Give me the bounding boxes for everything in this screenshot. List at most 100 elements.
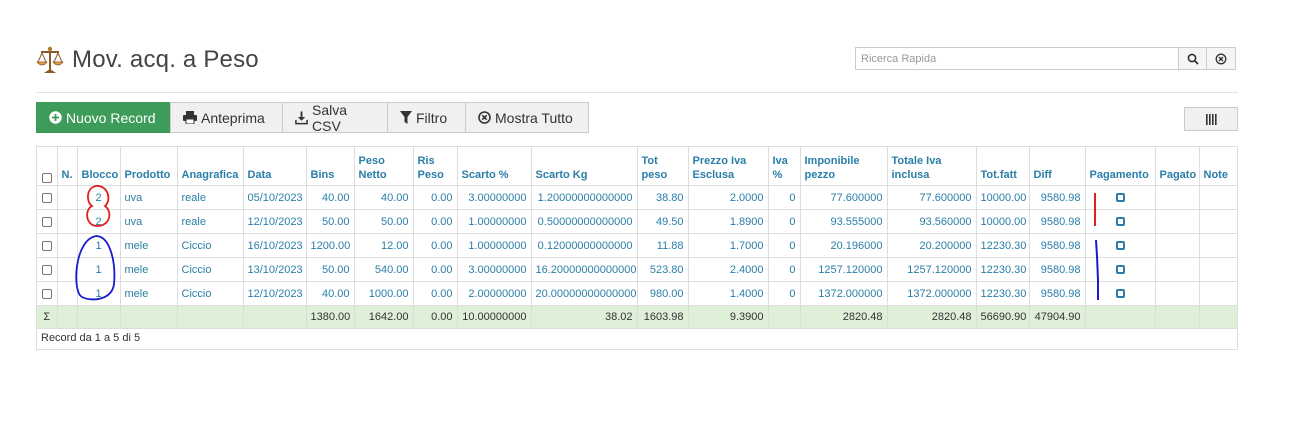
cell-iva: 0 bbox=[767, 257, 801, 282]
row-select-cell bbox=[37, 185, 58, 210]
cell-blocco: 1 bbox=[76, 233, 121, 258]
record-count: Record da 1 a 5 di 5 bbox=[41, 332, 141, 344]
row-checkbox[interactable] bbox=[41, 240, 52, 251]
columns-button[interactable] bbox=[1184, 107, 1238, 131]
table-row[interactable]: 2 uva reale 05/10/2023 40.00 40.00 0.00 … bbox=[37, 185, 1237, 210]
cell-pagato bbox=[1154, 281, 1200, 306]
col-header-peso-netto[interactable]: Peso Netto bbox=[353, 147, 414, 186]
cell-ris-peso: 0.00 bbox=[412, 185, 458, 210]
select-all-checkbox[interactable] bbox=[41, 173, 52, 184]
cell-pagamento bbox=[1084, 233, 1156, 258]
table-row[interactable]: 1 mele Ciccio 16/10/2023 1200.00 12.00 0… bbox=[37, 233, 1237, 258]
col-header-note[interactable]: Note bbox=[1198, 147, 1237, 186]
payment-icon[interactable] bbox=[1115, 241, 1125, 251]
table-row[interactable]: 1 mele Ciccio 13/10/2023 50.00 540.00 0.… bbox=[37, 257, 1237, 282]
cell-data: 05/10/2023 bbox=[242, 185, 307, 210]
total-ris-peso: 0.00 bbox=[412, 305, 458, 329]
cell-n bbox=[56, 281, 78, 306]
quick-search bbox=[855, 47, 1236, 70]
col-header-tot-peso[interactable]: Tot peso bbox=[636, 147, 689, 186]
total-scarto-pct: 10.00000000 bbox=[456, 305, 532, 329]
cell-n bbox=[56, 209, 78, 234]
cell-prodotto: uva bbox=[119, 185, 178, 210]
row-checkbox[interactable] bbox=[41, 288, 52, 299]
cell-totale-iva: 77.600000 bbox=[886, 185, 977, 210]
cell-tot-peso: 38.80 bbox=[636, 185, 689, 210]
cell-bins: 1200.00 bbox=[305, 233, 355, 258]
row-checkbox[interactable] bbox=[41, 264, 52, 275]
total-imponibile: 2820.48 bbox=[799, 305, 888, 329]
row-select-cell bbox=[37, 209, 58, 234]
col-header-data[interactable]: Data bbox=[242, 147, 307, 186]
col-header-scarto-kg[interactable]: Scarto Kg bbox=[530, 147, 638, 186]
cell-tot-fatt: 10000.00 bbox=[975, 209, 1030, 234]
col-header-imponibile-pezzo[interactable]: Imponibile pezzo bbox=[799, 147, 888, 186]
cell-anagrafica: Ciccio bbox=[176, 257, 244, 282]
col-header-pagato[interactable]: Pagato bbox=[1154, 147, 1200, 186]
filter-button[interactable]: Filtro bbox=[387, 102, 466, 133]
row-select-cell bbox=[37, 233, 58, 258]
col-header-blocco[interactable]: Blocco bbox=[76, 147, 121, 186]
cell-diff: 9580.98 bbox=[1028, 257, 1086, 282]
col-header-scarto-pct[interactable]: Scarto % bbox=[456, 147, 532, 186]
cell-blocco: 2 bbox=[76, 185, 121, 210]
cell-scarto-pct: 1.00000000 bbox=[456, 233, 532, 258]
cell-blocco: 2 bbox=[76, 209, 121, 234]
search-input[interactable] bbox=[855, 47, 1178, 70]
total-diff: 47904.90 bbox=[1028, 305, 1086, 329]
total-empty-cell bbox=[1198, 305, 1237, 329]
col-header-n[interactable]: N. bbox=[56, 147, 78, 186]
page-title-text: Mov. acq. a Peso bbox=[72, 46, 259, 73]
search-button[interactable] bbox=[1178, 47, 1207, 70]
cancel-circle-icon bbox=[478, 111, 491, 124]
total-peso-netto: 1642.00 bbox=[353, 305, 414, 329]
cell-scarto-kg: 0.12000000000000 bbox=[530, 233, 638, 258]
col-header-diff[interactable]: Diff bbox=[1028, 147, 1086, 186]
row-checkbox[interactable] bbox=[41, 216, 52, 227]
cell-note bbox=[1198, 209, 1237, 234]
col-header-ris-peso[interactable]: Ris Peso bbox=[412, 147, 458, 186]
clear-search-button[interactable] bbox=[1207, 47, 1236, 70]
cell-prodotto: mele bbox=[119, 257, 178, 282]
cell-pagato bbox=[1154, 257, 1200, 282]
plus-circle-icon bbox=[49, 111, 62, 124]
save-csv-button[interactable]: Salva CSV bbox=[282, 102, 388, 134]
table-row[interactable]: 1 mele Ciccio 12/10/2023 40.00 1000.00 0… bbox=[37, 281, 1237, 306]
table-row[interactable]: 2 uva reale 12/10/2023 50.00 50.00 0.00 … bbox=[37, 209, 1237, 234]
col-header-anagrafica[interactable]: Anagrafica bbox=[176, 147, 244, 186]
new-record-label: Nuovo Record bbox=[66, 109, 156, 126]
col-header-tot-fatt[interactable]: Tot.fatt bbox=[975, 147, 1030, 186]
total-scarto-kg: 38.02 bbox=[530, 305, 638, 329]
total-empty-cell bbox=[1154, 305, 1200, 329]
cell-bins: 40.00 bbox=[305, 185, 355, 210]
payment-icon[interactable] bbox=[1115, 289, 1125, 299]
col-header-bins[interactable]: Bins bbox=[305, 147, 355, 186]
col-header-prodotto[interactable]: Prodotto bbox=[119, 147, 178, 186]
cell-pagamento bbox=[1084, 185, 1156, 210]
row-checkbox[interactable] bbox=[41, 192, 52, 203]
col-header-pagamento[interactable]: Pagamento bbox=[1084, 147, 1156, 186]
cell-imponibile: 77.600000 bbox=[799, 185, 888, 210]
cell-bins: 50.00 bbox=[305, 209, 355, 234]
cell-imponibile: 93.555000 bbox=[799, 209, 888, 234]
cell-scarto-pct: 1.00000000 bbox=[456, 209, 532, 234]
cell-note bbox=[1198, 281, 1237, 306]
cell-tot-peso: 523.80 bbox=[636, 257, 689, 282]
cell-bins: 50.00 bbox=[305, 257, 355, 282]
cell-data: 12/10/2023 bbox=[242, 209, 307, 234]
columns-icon bbox=[1205, 113, 1217, 125]
col-header-prezzo-iva-esclusa[interactable]: Prezzo Iva Esclusa bbox=[687, 147, 769, 186]
col-header-iva-pct[interactable]: Iva % bbox=[767, 147, 801, 186]
total-empty-cell bbox=[242, 305, 307, 329]
cell-diff: 9580.98 bbox=[1028, 185, 1086, 210]
payment-icon[interactable] bbox=[1115, 193, 1125, 203]
show-all-button[interactable]: Mostra Tutto bbox=[465, 102, 589, 133]
payment-icon[interactable] bbox=[1115, 217, 1125, 227]
preview-button[interactable]: Anteprima bbox=[170, 102, 283, 133]
col-header-totale-iva-inclusa[interactable]: Totale Iva inclusa bbox=[886, 147, 977, 186]
new-record-button[interactable]: Nuovo Record bbox=[36, 102, 171, 133]
totals-sigma: Σ bbox=[37, 305, 58, 329]
payment-icon[interactable] bbox=[1115, 265, 1125, 275]
totals-row: Σ 1380.00 1642.00 0.00 10.00000000 38.02… bbox=[37, 305, 1237, 329]
cell-iva: 0 bbox=[767, 281, 801, 306]
